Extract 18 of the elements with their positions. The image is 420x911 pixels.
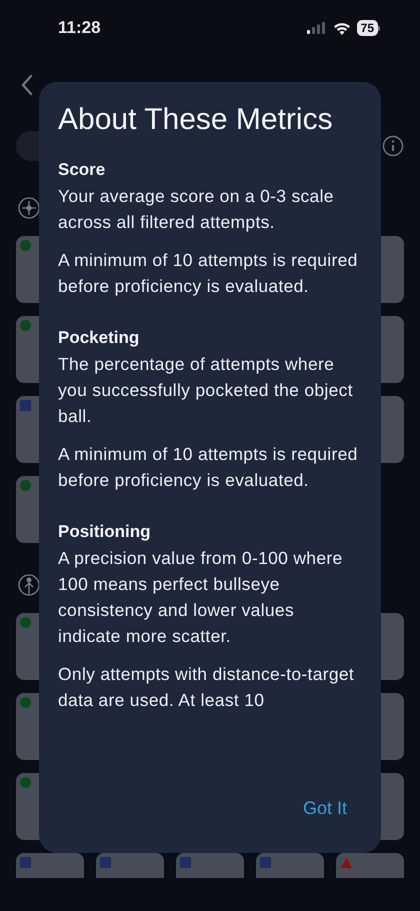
got-it-button[interactable]: Got It [302,795,347,822]
paragraph: Your average score on a 0-3 scale across all filtered attempts. [58,185,335,234]
clock-time: 11:28 [58,17,101,40]
section-heading: Score [58,159,106,181]
back-chevron-icon[interactable] [20,74,34,96]
section-heading: Positioning [58,521,152,543]
paragraph: Only attempts with distance-to-target data are used. At least 10 [58,663,356,712]
paragraph: A precision value from 0-100 where 100 means perfect bullseye consistency and lower values indicate more scatter. [58,547,344,648]
paragraph: The percentage of attempts where you successfully pocketed the object ball. [58,353,354,428]
section-heading: Pocketing [58,327,140,349]
paragraph: A minimum of 10 attempts is required before proficiency is evaluated. [58,249,359,298]
dialog-title: About These Metrics [58,102,334,138]
info-icon[interactable] [382,135,404,157]
wifi-icon [332,22,351,34]
crosshair-icon [18,197,40,219]
paragraph: A minimum of 10 attempts is required before proficiency is evaluated. [58,443,359,492]
signal-icon [306,22,327,34]
battery-level: 75 [356,20,378,36]
